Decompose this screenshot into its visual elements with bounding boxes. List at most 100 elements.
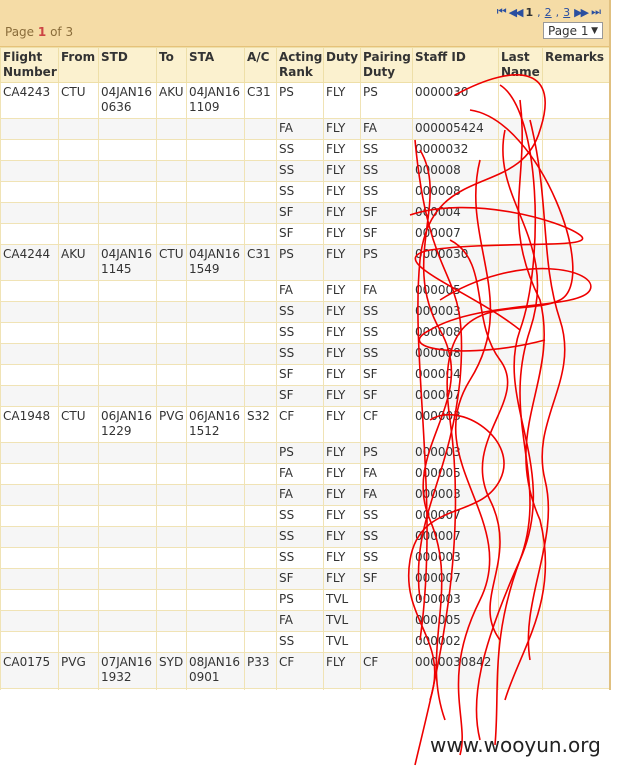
cell-from: AKU bbox=[58, 244, 99, 281]
pagination-bar: Page 1 of 3 ⏮ ◀◀ 1, 2, 3 ▶▶ ⏭ Page 1 ▼ bbox=[0, 0, 609, 47]
cell-remarks bbox=[542, 631, 609, 653]
cell-sta bbox=[186, 322, 245, 344]
cell-rank: CF bbox=[276, 652, 324, 689]
cell-remarks bbox=[542, 202, 609, 224]
cell-ac bbox=[244, 160, 277, 182]
cell-staff: 0000030842 bbox=[412, 652, 499, 689]
cell-pduty bbox=[360, 589, 413, 611]
cell-duty: FLY bbox=[323, 442, 361, 464]
cell-pduty: SS bbox=[360, 181, 413, 203]
total-pages: 3 bbox=[65, 25, 74, 39]
cell-to: CTU bbox=[156, 244, 187, 281]
cell-rank: CF bbox=[276, 406, 324, 443]
cell-std bbox=[98, 505, 157, 527]
cell-flight bbox=[0, 442, 59, 464]
cell-from bbox=[58, 322, 99, 344]
page-link-2[interactable]: 2 bbox=[545, 6, 552, 19]
cell-remarks bbox=[542, 160, 609, 182]
cell-staff: 000003 bbox=[412, 589, 499, 611]
cell-to bbox=[156, 364, 187, 386]
cell-pduty: FA bbox=[360, 463, 413, 485]
table-row: SF FLY SF 000004 bbox=[0, 202, 609, 224]
cell-rank: SS bbox=[276, 505, 324, 527]
cell-flight bbox=[0, 139, 59, 161]
cell-to bbox=[156, 568, 187, 590]
cell-from bbox=[58, 568, 99, 590]
cell-rank: SS bbox=[276, 526, 324, 548]
cell-remarks bbox=[542, 82, 609, 119]
cell-to: AKU bbox=[156, 82, 187, 119]
cell-to bbox=[156, 631, 187, 653]
page-indicator: Page 1 of 3 bbox=[5, 25, 73, 39]
cell-rank: SS bbox=[276, 160, 324, 182]
first-page-icon[interactable]: ⏮ bbox=[497, 5, 507, 19]
cell-pduty: SS bbox=[360, 526, 413, 548]
cell-staff: 000007 bbox=[412, 505, 499, 527]
column-header: STD bbox=[98, 47, 157, 83]
cell-from bbox=[58, 181, 99, 203]
column-header: Staff ID bbox=[412, 47, 499, 83]
last-page-icon[interactable]: ⏭ bbox=[591, 5, 601, 19]
page-link-1[interactable]: 1 bbox=[526, 6, 534, 19]
cell-from bbox=[58, 202, 99, 224]
cell-from bbox=[58, 280, 99, 302]
cell-pduty: SF bbox=[360, 364, 413, 386]
cell-std: 07JAN16 1932 bbox=[98, 652, 157, 689]
cell-std bbox=[98, 484, 157, 506]
cell-rank: PS bbox=[276, 688, 324, 690]
cell-ac: P33 bbox=[244, 652, 277, 689]
cell-flight bbox=[0, 343, 59, 365]
cell-remarks bbox=[542, 442, 609, 464]
cell-flight bbox=[0, 631, 59, 653]
cell-sta bbox=[186, 484, 245, 506]
cell-pduty bbox=[360, 610, 413, 632]
cell-remarks bbox=[542, 463, 609, 485]
next-page-icon[interactable]: ▶▶ bbox=[574, 6, 589, 19]
cell-duty: FLY bbox=[323, 568, 361, 590]
cell-to bbox=[156, 181, 187, 203]
cell-ac bbox=[244, 202, 277, 224]
cell-pduty: SS bbox=[360, 505, 413, 527]
cell-pduty: SS bbox=[360, 322, 413, 344]
cell-sta bbox=[186, 589, 245, 611]
cell-duty: FLY bbox=[323, 82, 361, 119]
cell-from: CTU bbox=[58, 406, 99, 443]
cell-duty: FLY bbox=[323, 322, 361, 344]
cell-staff: 000007 bbox=[412, 526, 499, 548]
cell-lname bbox=[498, 244, 543, 281]
cell-flight bbox=[0, 160, 59, 182]
cell-ac bbox=[244, 442, 277, 464]
cell-staff: 000007 bbox=[412, 385, 499, 407]
page-select[interactable]: Page 1 ▼ bbox=[543, 22, 603, 39]
cell-remarks bbox=[542, 364, 609, 386]
cell-flight: CA1948 bbox=[0, 406, 59, 443]
cell-to bbox=[156, 505, 187, 527]
cell-rank: SF bbox=[276, 385, 324, 407]
table-row: SF FLY SF 000007 bbox=[0, 568, 609, 590]
cell-to bbox=[156, 118, 187, 140]
cell-pduty: PS bbox=[360, 82, 413, 119]
cell-remarks bbox=[542, 244, 609, 281]
cell-lname bbox=[498, 385, 543, 407]
cell-staff: 000003 bbox=[412, 484, 499, 506]
page-link-3[interactable]: 3 bbox=[563, 6, 570, 19]
cell-flight bbox=[0, 610, 59, 632]
cell-remarks bbox=[542, 385, 609, 407]
cell-lname bbox=[498, 610, 543, 632]
column-header: From bbox=[58, 47, 99, 83]
cell-flight: CA4244 bbox=[0, 244, 59, 281]
cell-flight bbox=[0, 322, 59, 344]
cell-duty: FLY bbox=[323, 244, 361, 281]
cell-duty: FLY bbox=[323, 526, 361, 548]
cell-staff: 0000020453 bbox=[412, 688, 499, 690]
cell-flight: CA0175 bbox=[0, 652, 59, 689]
cell-staff: 000007 bbox=[412, 223, 499, 245]
prev-page-icon[interactable]: ◀◀ bbox=[509, 6, 524, 19]
table-row: SS FLY SS 000008 bbox=[0, 322, 609, 344]
cell-ac: C31 bbox=[244, 82, 277, 119]
cell-flight bbox=[0, 181, 59, 203]
cell-staff: 0000030 bbox=[412, 244, 499, 281]
cell-remarks bbox=[542, 526, 609, 548]
cell-rank: FA bbox=[276, 610, 324, 632]
cell-remarks bbox=[542, 343, 609, 365]
